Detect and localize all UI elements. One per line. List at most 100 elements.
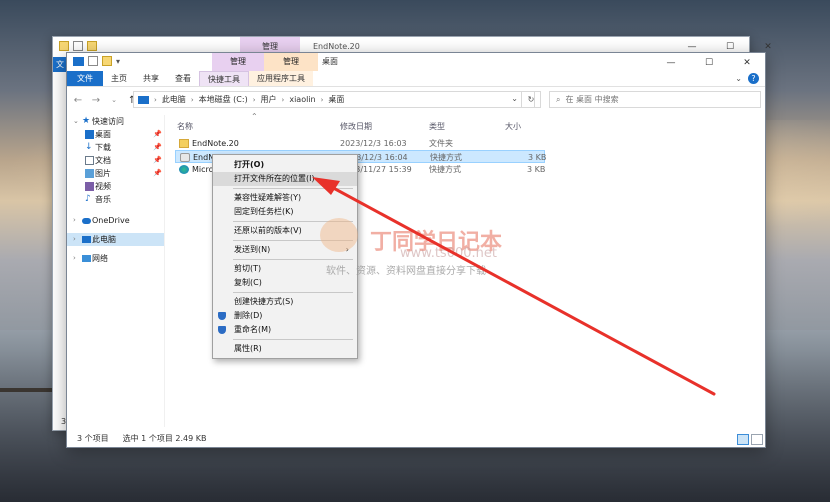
breadcrumb-users[interactable]: 用户 (261, 94, 277, 105)
search-icon: ⌕ (556, 94, 561, 104)
refresh-button[interactable]: ↻ (521, 91, 541, 108)
forward-arrow-icon[interactable]: → (89, 95, 103, 106)
window-title: 桌面 (322, 57, 338, 66)
menu-item-send-to[interactable]: 发送到(N) (213, 243, 357, 257)
shortcut-icon (180, 153, 190, 162)
sidebar-item-documents[interactable]: 文档 📌 (67, 154, 164, 167)
menu-item-restore-previous-versions[interactable]: 还原以前的版本(V) (213, 224, 357, 238)
column-headers: 名称 ⌃ 修改日期 类型 大小 (175, 112, 655, 135)
column-modified[interactable]: 修改日期 (340, 121, 372, 132)
manage-tab-shortcut[interactable]: 管理 (212, 53, 264, 71)
sidebar-label: 下载 (95, 143, 111, 152)
desktop-icon (73, 56, 84, 66)
status-bar: 3 个项目 选中 1 个项目 2.49 KB (67, 431, 767, 447)
minimize-button[interactable]: — (652, 53, 690, 73)
menu-item-create-shortcut[interactable]: 创建快捷方式(S) (213, 295, 357, 309)
sidebar-item-music[interactable]: ♪ 音乐 (67, 193, 164, 206)
menu-item-open[interactable]: 打开(O) (213, 158, 357, 172)
sidebar-this-pc[interactable]: › 此电脑 (67, 233, 164, 246)
breadcrumb-separator[interactable]: › (282, 96, 285, 104)
desktop-icon (85, 130, 94, 139)
sidebar-onedrive[interactable]: › OneDrive (67, 214, 164, 227)
sidebar-item-videos[interactable]: 视频 (67, 180, 164, 193)
tab-share[interactable]: 共享 (135, 71, 167, 86)
shield-icon (218, 312, 226, 320)
search-box[interactable]: ⌕ 在 桌面 中搜索 (549, 91, 761, 108)
menu-item-rename[interactable]: 重命名(M) (213, 323, 357, 337)
sidebar-item-pictures[interactable]: 图片 📌 (67, 167, 164, 180)
back-quick-access-toolbar (59, 41, 97, 51)
file-name: Micro (192, 165, 214, 174)
folder-icon (59, 41, 69, 51)
music-icon: ♪ (85, 194, 91, 204)
menu-item-pin-to-taskbar[interactable]: 固定到任务栏(K) (213, 205, 357, 219)
menu-item-rename-wrap[interactable]: 重命名(M) (213, 323, 357, 337)
menu-item-send-to-wrap[interactable]: 发送到(N) › (213, 243, 357, 257)
customize-toolbar-icon[interactable]: ▾ (116, 57, 120, 66)
ribbon-tabs: 文件 主页 共享 查看 快捷工具 应用程序工具 ⌄ ? (67, 71, 765, 87)
search-input[interactable]: 在 桌面 中搜索 (565, 94, 618, 105)
file-row[interactable]: EndNote.20 2023/12/3 16:03 文件夹 (175, 137, 655, 150)
back-file-tab[interactable]: 文 (53, 57, 67, 72)
address-bar[interactable]: › 此电脑 › 本地磁盘 (C:) › 用户 › xiaolin › 桌面 ⌄ (133, 91, 535, 108)
file-name: EndNote.20 (192, 139, 239, 148)
column-type[interactable]: 类型 (429, 121, 445, 132)
file-modified: 2023/12/3 16:03 (340, 139, 407, 148)
recent-dropdown-icon[interactable]: ⌄ (107, 96, 121, 104)
explorer-window[interactable]: ▾ 管理 管理 桌面 — ☐ ✕ 文件 主页 共享 查看 快捷工具 应用程序工具… (66, 52, 766, 448)
menu-item-open-file-location[interactable]: 打开文件所在的位置(I) (213, 172, 357, 186)
menu-item-delete[interactable]: 删除(D) (213, 309, 357, 323)
breadcrumb-separator[interactable]: › (321, 96, 324, 104)
properties-icon[interactable] (88, 56, 98, 66)
videos-icon (85, 182, 94, 191)
breadcrumb-user[interactable]: xiaolin (289, 95, 315, 104)
expand-chevron-icon[interactable]: › (73, 233, 76, 246)
expand-ribbon-icon[interactable]: ⌄ (735, 74, 742, 83)
breadcrumb-separator[interactable]: › (154, 96, 157, 104)
sidebar-network[interactable]: › 网络 (67, 252, 164, 265)
close-button[interactable]: ✕ (728, 53, 766, 73)
sidebar-item-desktop[interactable]: 桌面 📌 (67, 128, 164, 141)
sidebar-item-downloads[interactable]: ↓ 下载 📌 (67, 141, 164, 154)
menu-item-properties[interactable]: 属性(R) (213, 342, 357, 356)
menu-item-delete-wrap[interactable]: 删除(D) (213, 309, 357, 323)
column-name[interactable]: 名称 (177, 121, 193, 132)
menu-item-copy[interactable]: 复制(C) (213, 276, 357, 290)
breadcrumb-separator[interactable]: › (191, 96, 194, 104)
navigation-pane: ⌄ ★ 快速访问 桌面 📌 ↓ 下载 📌 文档 📌 图片 📌 视频 ♪ 音乐 ›… (67, 115, 165, 427)
pictures-icon (85, 169, 94, 178)
breadcrumb-this-pc[interactable]: 此电脑 (162, 94, 186, 105)
expand-chevron-icon[interactable]: › (73, 214, 76, 227)
new-folder-icon[interactable] (87, 41, 97, 51)
titlebar[interactable]: ▾ 管理 管理 桌面 — ☐ ✕ (67, 53, 765, 71)
menu-item-cut[interactable]: 剪切(T) (213, 262, 357, 276)
manage-tab-app[interactable]: 管理 (264, 53, 318, 71)
tab-app-tools[interactable]: 应用程序工具 (249, 71, 313, 86)
tab-file[interactable]: 文件 (67, 71, 103, 86)
tab-view[interactable]: 查看 (167, 71, 199, 86)
details-view-icon[interactable] (737, 434, 749, 445)
maximize-button[interactable]: ☐ (690, 53, 728, 73)
menu-separator (233, 240, 353, 241)
breadcrumb-local-disk[interactable]: 本地磁盘 (C:) (199, 94, 248, 105)
back-arrow-icon[interactable]: ← (71, 95, 85, 106)
breadcrumb-desktop[interactable]: 桌面 (328, 94, 344, 105)
new-folder-icon[interactable] (102, 56, 112, 66)
menu-item-compatibility-troubleshoot[interactable]: 兼容性疑难解答(Y) (213, 191, 357, 205)
large-icons-view-icon[interactable] (751, 434, 763, 445)
sidebar-quick-access[interactable]: ⌄ ★ 快速访问 (67, 115, 164, 128)
help-icon[interactable]: ? (748, 73, 759, 84)
address-dropdown-icon[interactable]: ⌄ (511, 94, 518, 103)
pin-icon: 📌 (153, 143, 162, 151)
tab-shortcut-tools[interactable]: 快捷工具 (199, 71, 249, 86)
computer-icon (82, 236, 91, 243)
expand-chevron-icon[interactable]: › (73, 252, 76, 265)
column-size[interactable]: 大小 (505, 121, 521, 132)
view-buttons (737, 434, 763, 445)
edge-browser-icon (179, 165, 189, 174)
expand-chevron-icon[interactable]: ⌄ (73, 115, 79, 128)
navigation-bar: ← → ⌄ ↑ › 此电脑 › 本地磁盘 (C:) › 用户 › xiaolin… (67, 87, 765, 113)
properties-icon[interactable] (73, 41, 83, 51)
breadcrumb-separator[interactable]: › (253, 96, 256, 104)
tab-home[interactable]: 主页 (103, 71, 135, 86)
